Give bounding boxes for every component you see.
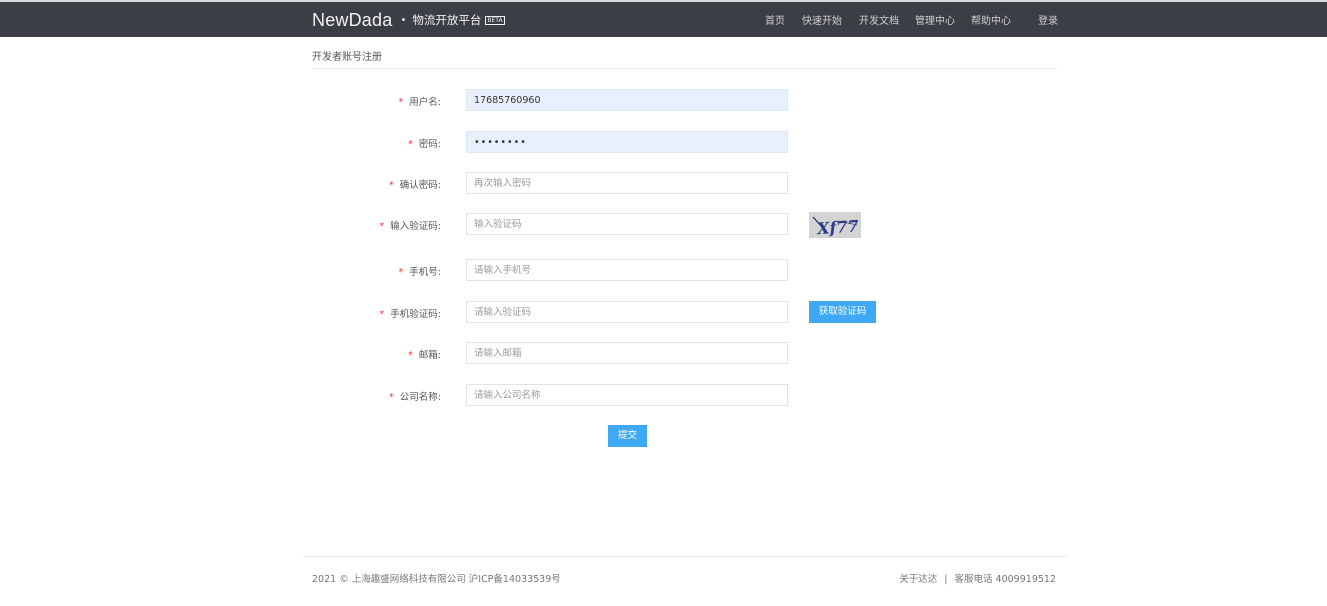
confirm-password-input[interactable] — [466, 172, 788, 194]
required-mark: * — [379, 309, 385, 320]
footer-separator: | — [944, 574, 948, 585]
form-row-confirm-password: * 确认密码: — [0, 172, 1327, 196]
form-row-password: * 密码: — [0, 131, 1327, 155]
required-mark: * — [408, 139, 413, 150]
footer-links: 关于达达 | 客服电话 4009919512 — [899, 571, 1056, 585]
title-divider — [312, 68, 1057, 69]
email-label: * 邮箱: — [408, 350, 441, 361]
username-label: * 用户名: — [398, 97, 441, 108]
nav-management[interactable]: 管理中心 — [915, 12, 955, 27]
username-input[interactable] — [466, 89, 788, 111]
required-mark: * — [389, 392, 394, 403]
nav-login[interactable]: 登录 — [1038, 12, 1058, 27]
form-row-company: * 公司名称: — [0, 384, 1327, 408]
company-input[interactable] — [466, 384, 788, 406]
captcha-label: * 输入验证码: — [379, 221, 441, 232]
sms-code-label: * 手机验证码: — [379, 309, 441, 320]
customer-hotline: 客服电话 4009919512 — [954, 574, 1056, 585]
nav-home[interactable]: 首页 — [765, 12, 785, 27]
required-mark: * — [398, 97, 404, 108]
company-label: * 公司名称: — [389, 392, 441, 403]
captcha-graphic: Xf77 — [812, 216, 859, 238]
page-title: 开发者账号注册 — [312, 52, 382, 63]
nav-help[interactable]: 帮助中心 — [971, 12, 1011, 27]
nav-quickstart[interactable]: 快速开始 — [802, 12, 842, 27]
footer-divider — [303, 556, 1067, 557]
nav-docs[interactable]: 开发文档 — [859, 12, 899, 27]
required-mark: * — [389, 180, 394, 191]
sms-code-input[interactable] — [466, 301, 788, 323]
form-row-captcha: *输入验证码: Xf77 — [0, 212, 1327, 238]
phone-label: * 手机号: — [398, 267, 441, 278]
captcha-text: Xf77 — [815, 216, 859, 238]
main-nav: 首页 快速开始 开发文档 管理中心 帮助中心 登录 — [0, 2, 1327, 37]
phone-input[interactable] — [466, 259, 788, 281]
top-bar: NewDada • 物流开放平台 BETA 首页 快速开始 开发文档 管理中心 … — [0, 0, 1327, 37]
required-mark: * — [408, 350, 413, 361]
submit-button[interactable]: 提交 — [608, 425, 647, 447]
about-link[interactable]: 关于达达 — [899, 574, 937, 585]
form-row-email: * 邮箱: — [0, 342, 1327, 366]
captcha-image[interactable]: Xf77 — [809, 212, 861, 238]
form-row-phone: * 手机号: — [0, 259, 1327, 283]
password-input[interactable] — [466, 131, 788, 153]
get-sms-code-button[interactable]: 获取验证码 — [809, 301, 876, 323]
required-mark: * — [379, 221, 385, 232]
password-label: * 密码: — [408, 139, 441, 150]
captcha-input[interactable] — [466, 213, 788, 235]
footer-copyright: 2021 © 上海趣盛网络科技有限公司 沪ICP备14033539号 — [312, 574, 561, 585]
form-row-sms-code: *手机验证码: 获取验证码 — [0, 301, 1327, 325]
confirm-password-label: * 确认密码: — [389, 180, 441, 191]
required-mark: * — [398, 267, 404, 278]
form-row-username: * 用户名: — [0, 89, 1327, 113]
email-input[interactable] — [466, 342, 788, 364]
